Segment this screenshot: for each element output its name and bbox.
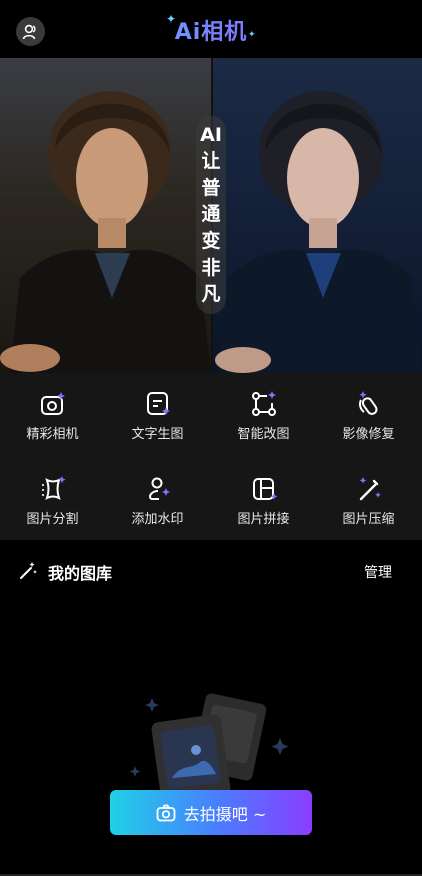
segment-icon: [38, 474, 68, 504]
tool-stitch[interactable]: 图片拼接: [211, 474, 316, 527]
sparkle-icon: ✦: [248, 30, 256, 40]
gallery-title: 我的图库: [48, 564, 113, 583]
tool-label: 图片拼接: [237, 512, 290, 527]
slogan-char: 非: [201, 256, 221, 279]
tool-segment[interactable]: 图片分割: [0, 474, 105, 527]
tool-label: 添加水印: [131, 512, 184, 527]
app-title: Ai相机: [0, 14, 422, 46]
tool-label: 文字生图: [131, 427, 184, 442]
manage-button[interactable]: 管理: [364, 562, 392, 582]
restore-pen-icon: [354, 389, 384, 419]
camera-sparkle-icon: [38, 389, 68, 419]
tool-compress[interactable]: 图片压缩: [316, 474, 421, 527]
stitch-icon: [249, 474, 279, 504]
tool-label: 智能改图: [237, 427, 290, 442]
tool-text-to-image[interactable]: 文字生图: [105, 389, 210, 442]
tool-smart-edit[interactable]: 智能改图: [211, 389, 316, 442]
slogan-char: 通: [201, 203, 221, 226]
tool-camera[interactable]: 精彩相机: [0, 389, 105, 442]
hero-slogan: AI 让 普 通 变 非 凡: [196, 116, 226, 314]
tool-label: 精彩相机: [26, 427, 79, 442]
tool-label: 图片分割: [26, 512, 79, 527]
slogan-char: 变: [201, 230, 221, 253]
tool-watermark[interactable]: 添加水印: [105, 474, 210, 527]
go-shoot-label: 去拍摄吧 ~: [183, 804, 267, 824]
original-portrait: [0, 58, 211, 373]
hero-banner[interactable]: AI 让 普 通 变 非 凡: [0, 58, 422, 373]
go-shoot-button[interactable]: 去拍摄吧 ~: [110, 790, 312, 835]
tool-label: 影像修复: [342, 427, 395, 442]
watermark-icon: [143, 474, 173, 504]
vector-edit-icon: [249, 389, 279, 419]
gallery-header: 我的图库 管理: [0, 540, 422, 600]
camera-icon: [156, 804, 176, 821]
slogan-char: 凡: [201, 283, 221, 306]
slogan-char: 普: [201, 176, 221, 199]
tool-label: 图片压缩: [342, 512, 395, 527]
text-to-image-icon: [143, 389, 173, 419]
empty-gallery-illustration: [130, 693, 289, 798]
compress-wand-icon: [354, 474, 384, 504]
slogan-char: AI: [200, 123, 222, 146]
slogan-char: 让: [201, 150, 221, 173]
tool-restore[interactable]: 影像修复: [316, 389, 421, 442]
enhanced-portrait: [213, 58, 422, 373]
app-header: ✦ Ai相机 ✦: [0, 0, 422, 58]
tools-grid: 精彩相机 文字生图 智能改图 影像修复 图片分割 添加水印 图片拼接 图片压缩: [0, 373, 422, 540]
magic-wand-icon: [20, 562, 37, 579]
